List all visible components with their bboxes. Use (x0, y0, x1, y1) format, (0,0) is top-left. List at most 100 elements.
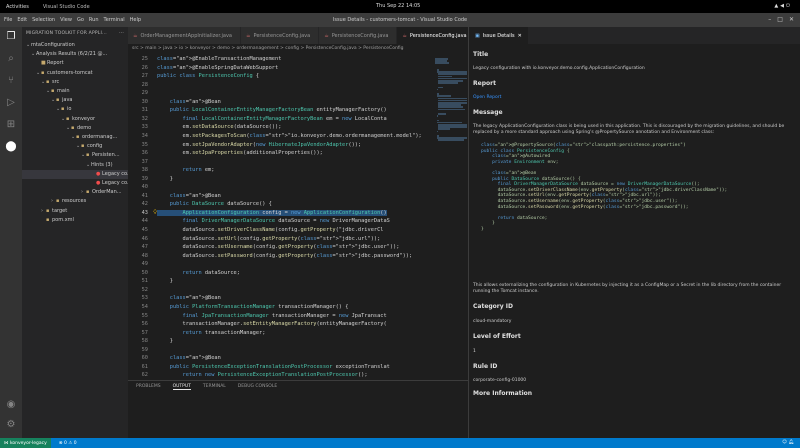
code-text: return new PersistenceExceptionTranslati… (182, 372, 368, 379)
tree-item[interactable]: ⌄▪ main (22, 87, 128, 96)
code-editor[interactable]: 25 class="an">@EnableTransactionManagemen… (128, 54, 433, 380)
code-text: em.setJpaProperties(additionalProperties… (157, 150, 323, 157)
code-text: dataSource.setDriverClassName(config.get… (157, 227, 384, 233)
sidebar-header: MIGRATION TOOLKIT FOR APPLI... ··· (22, 27, 128, 41)
source-control-icon[interactable]: ⑂ (5, 75, 17, 87)
problems-indicator[interactable]: ⊗ 0 ⚠ 0 (59, 441, 77, 446)
tree-item-label: demo (77, 124, 92, 131)
editor-tab[interactable]: ☕ OrderManagementAppInitializer.java (128, 27, 241, 44)
lightbulb-icon[interactable]: 💡︎ (153, 209, 157, 217)
line-number: 62 (141, 372, 148, 379)
mta-icon[interactable]: ⬤ (5, 141, 17, 153)
breadcrumb[interactable]: src > main > java > io > konveyor > demo… (128, 44, 468, 54)
app-menu[interactable]: Visual Studio Code (43, 4, 90, 10)
tree-item[interactable]: ■Report (22, 59, 128, 68)
panel-tab-problems[interactable]: PROBLEMS (136, 384, 161, 390)
snippet-line: } (481, 226, 484, 232)
tree-item-label: Legacy co... (102, 170, 128, 177)
tree-item[interactable]: ⌄▪ ordermanag... (22, 133, 128, 142)
panel-tab-terminal[interactable]: TERMINAL (203, 384, 226, 390)
editor-tab[interactable]: ☕ PersistenceConfig.java (319, 27, 398, 44)
details-tab-bar: ▣ Issue Details ✕ (469, 27, 800, 44)
issue-title: Legacy configuration with io.konveyor.de… (473, 66, 645, 71)
code-text: return dataSource; (182, 269, 240, 276)
clock[interactable]: Thu Sep 22 14:05 (376, 3, 420, 9)
window-titlebar: File Edit Selection View Go Run Terminal Help I… (0, 13, 800, 27)
accounts-icon[interactable]: ◉ (5, 399, 17, 411)
files-icon[interactable]: ❐ (5, 31, 17, 43)
code-text: em.setPackagesToScan(class="str">"io.kon… (157, 132, 422, 139)
open-report-link[interactable]: Open Report (473, 95, 795, 101)
system-tray[interactable]: ▲◀⏻ (774, 3, 792, 9)
panel-tab-output[interactable]: OUTPUT (172, 384, 191, 390)
minimize-icon[interactable]: – (768, 16, 771, 23)
rule-heading: Rule ID (473, 363, 498, 370)
panel-tab-debug-console[interactable]: DEBUG CONSOLE (238, 384, 277, 390)
tree-item-label: Legacy co... (102, 180, 128, 186)
code-text: class="an">@Bean (169, 295, 221, 302)
code-text: final LocalContainerEntityManagerFactory… (182, 115, 387, 122)
tree-item-label: main (57, 88, 70, 94)
tree-item[interactable]: ●Legacy co... (22, 179, 128, 188)
minimap-line (438, 86, 443, 89)
remote-indicator[interactable]: ⋈ konveyor-legacy (0, 438, 51, 448)
tree-item-label: pom.xml (52, 216, 74, 223)
tree-item[interactable]: › ▪ resources (22, 197, 128, 206)
more-actions-icon[interactable]: ··· (119, 31, 124, 37)
editor-tab[interactable]: ☕ PersistenceConfig.java (241, 27, 320, 44)
tab-label: PersistenceConfig.java (331, 32, 389, 39)
code-text: final DriverManagerDataSource dataSource… (182, 218, 390, 225)
gnome-top-bar: Activities Visual Studio Code Thu Sep 22… (0, 0, 800, 13)
tree-item[interactable]: ⌄▪ demo (22, 124, 128, 133)
tree-item[interactable]: › ▪ target (22, 207, 128, 216)
code-text: class="an">@EnableTransactionManagement (157, 56, 282, 62)
code-text: dataSource.setPassword(config.getPropert… (157, 252, 413, 259)
code-line[interactable]: 62 return new PersistenceExceptionTransl… (128, 371, 433, 380)
notifications-icon[interactable]: 🔔︎ (788, 440, 794, 445)
tree-item-label: config (87, 143, 103, 150)
extensions-icon[interactable]: ⊞ (5, 119, 17, 131)
tree-item[interactable]: ⌄Hints (3) (22, 161, 128, 170)
search-icon[interactable]: ⌕ (5, 53, 17, 65)
feedback-icon[interactable]: ☺ (782, 440, 787, 445)
minimap-line (438, 139, 465, 141)
tree-item[interactable]: › ▪ OrderMan... (22, 188, 128, 197)
settings-gear-icon[interactable]: ⚙ (5, 419, 17, 431)
tree-item[interactable]: ⌄mtaConfiguration (22, 41, 128, 50)
editor-tab[interactable]: ☕PersistenceConfig.java✕ (397, 27, 468, 44)
java-file-icon: ☕ (133, 32, 138, 39)
window-controls: – □ ✕ (768, 16, 794, 23)
tree-item-label: target (52, 207, 68, 214)
close-icon[interactable]: ✕ (518, 33, 522, 39)
tree-item[interactable]: ⌄▪ customers-tomcat (22, 69, 128, 78)
minimap[interactable] (433, 54, 468, 380)
code-text: dataSource.setUrl(config.getProperty(cla… (157, 235, 381, 242)
activities-button[interactable]: Activities (6, 4, 29, 10)
tree-item[interactable]: ▪ pom.xml (22, 216, 128, 225)
close-icon[interactable]: ✕ (789, 16, 794, 23)
tree-item[interactable]: ⌄Analysis Results (6/2/21 @... (22, 50, 128, 59)
tree-item[interactable]: ⌄▪ src (22, 78, 128, 87)
tree-item[interactable]: ⌄▪ Persisten... (22, 151, 128, 160)
preview-icon: ▣ (475, 32, 480, 39)
tab-label: OrderManagementAppInitializer.java (140, 32, 232, 39)
minimap-line (438, 113, 447, 115)
tree-item[interactable]: ⌄▪ io (22, 105, 128, 114)
tree-item[interactable]: ●Legacy co... (22, 169, 128, 179)
maximize-icon[interactable]: □ (777, 16, 783, 23)
category-heading: Category ID (473, 303, 513, 310)
message-text: The legacy ApplicationConfiguration clas… (473, 124, 785, 135)
code-text: class="an">@Bean (169, 355, 221, 362)
code-text: class="an">@EnableSpringDataWebSupport (157, 64, 279, 71)
tree-item[interactable]: ⌄▪ config (22, 142, 128, 151)
tree-item-label: Analysis Results (6/2/21 @... (36, 51, 108, 58)
remote-icon: ⋈ (4, 440, 9, 446)
java-file-icon: ☕ (246, 32, 251, 39)
minimap-line (438, 128, 450, 130)
tree-item-label: Hints (3) (91, 161, 113, 168)
tab-issue-details[interactable]: ▣ Issue Details ✕ (469, 27, 528, 44)
tree-item[interactable]: ⌄▪ java (22, 96, 128, 105)
minimap-line (435, 62, 450, 64)
run-debug-icon[interactable]: ▷ (5, 97, 17, 109)
tree-item[interactable]: ⌄▪ konveyor (22, 115, 128, 124)
